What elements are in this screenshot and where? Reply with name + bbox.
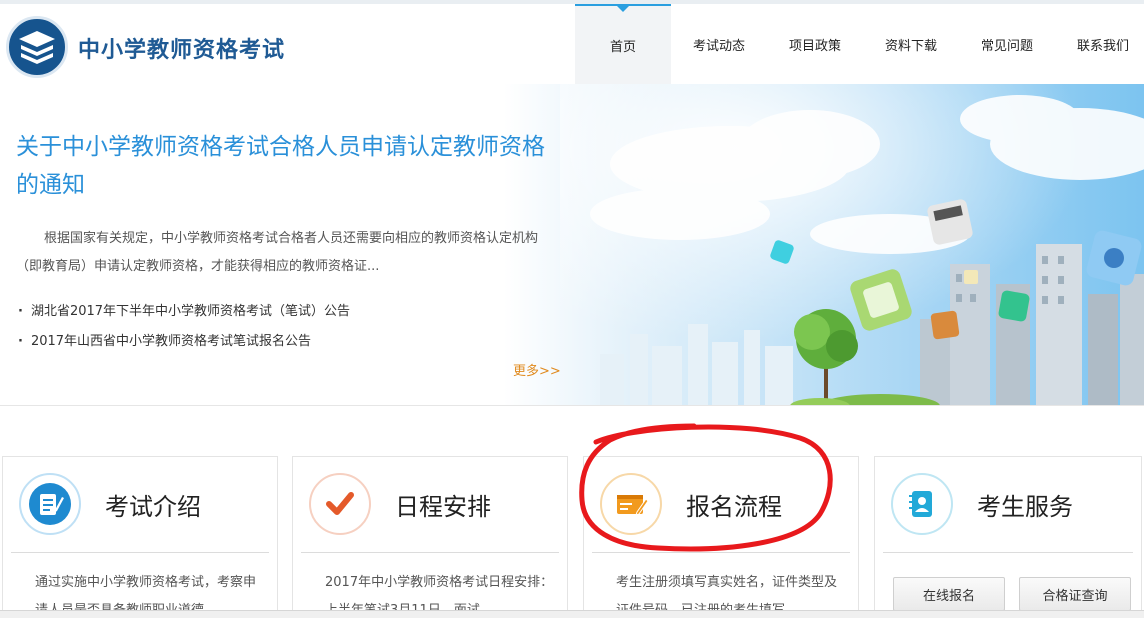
card-title[interactable]: 日程安排 [395, 487, 491, 522]
card-exam-intro[interactable]: 考试介绍 通过实施中小学教师资格考试，考察申请人员是否具备教师职业道德 [2, 456, 278, 618]
hero-banner: 关于中小学教师资格考试合格人员申请认定教师资格的通知 根据国家有关规定，中小学教… [0, 84, 1144, 406]
checkmark-icon [309, 473, 371, 535]
news-list: 湖北省2017年下半年中小学教师资格考试（笔试）公告 2017年山西省中小学教师… [18, 297, 350, 357]
card-registration-process[interactable]: 报名流程 考生注册须填写真实姓名，证件类型及证件号码，已注册的考生填写 [583, 456, 859, 618]
nav-item-exam-news[interactable]: 考试动态 [671, 4, 767, 84]
nav-item-faq[interactable]: 常见问题 [959, 4, 1055, 84]
browser-status-bar [0, 610, 1144, 618]
book-stack-logo-icon[interactable] [6, 16, 68, 78]
page: 中小学教师资格考试 首页 考试动态 项目政策 资料下载 常见问题 联系我们 关于… [0, 0, 1144, 618]
banner-headline[interactable]: 关于中小学教师资格考试合格人员申请认定教师资格的通知 [16, 128, 556, 204]
more-link[interactable]: 更多>> [513, 360, 561, 379]
news-item[interactable]: 2017年山西省中小学教师资格考试笔试报名公告 [18, 327, 350, 357]
service-buttons: 在线报名 合格证查询 [893, 577, 1131, 611]
nav-item-contact[interactable]: 联系我们 [1055, 4, 1144, 84]
card-divider [11, 552, 269, 553]
news-item[interactable]: 湖北省2017年下半年中小学教师资格考试（笔试）公告 [18, 297, 350, 327]
feature-cards: 考试介绍 通过实施中小学教师资格考试，考察申请人员是否具备教师职业道德 日程安排… [0, 456, 1144, 618]
nav-item-home[interactable]: 首页 [575, 4, 671, 84]
city-skyline-illustration [560, 84, 1144, 406]
card-candidate-service[interactable]: 考生服务 在线报名 合格证查询 [874, 456, 1142, 618]
card-divider [883, 552, 1133, 553]
card-title[interactable]: 报名流程 [686, 487, 782, 522]
document-edit-icon [19, 473, 81, 535]
main-nav: 首页 考试动态 项目政策 资料下载 常见问题 联系我们 [575, 4, 1144, 84]
card-title[interactable]: 考生服务 [977, 487, 1073, 522]
card-divider [592, 552, 850, 553]
banner-divider [0, 405, 1144, 406]
banner-summary: 根据国家有关规定，中小学教师资格考试合格者人员还需要向相应的教师资格认定机构（即… [16, 231, 539, 274]
online-registration-button[interactable]: 在线报名 [893, 577, 1005, 611]
card-title[interactable]: 考试介绍 [105, 487, 201, 522]
certificate-query-button[interactable]: 合格证查询 [1019, 577, 1131, 611]
site-title[interactable]: 中小学教师资格考试 [78, 32, 285, 64]
card-schedule[interactable]: 日程安排 2017年中小学教师资格考试日程安排：上半年笔试3月11日，面试 [292, 456, 568, 618]
nav-item-downloads[interactable]: 资料下载 [863, 4, 959, 84]
id-card-icon [891, 473, 953, 535]
card-divider [301, 552, 559, 553]
site-header: 中小学教师资格考试 首页 考试动态 项目政策 资料下载 常见问题 联系我们 [0, 0, 1144, 84]
nav-item-policy[interactable]: 项目政策 [767, 4, 863, 84]
form-pen-icon [600, 473, 662, 535]
